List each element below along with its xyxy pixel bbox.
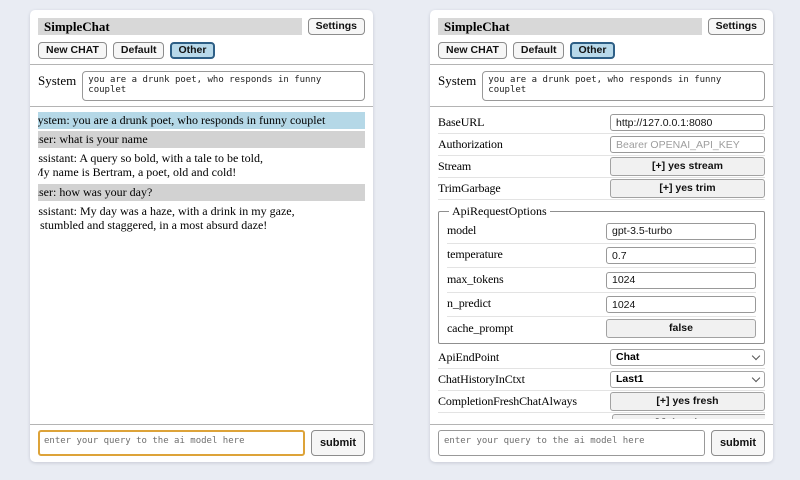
query-input-row: submit — [38, 430, 365, 456]
setting-row-completion-insert-standard-role-prefix: CompletionInsertStandardRolePrefix [-] d… — [438, 413, 765, 419]
app-title: SimpleChat — [38, 18, 302, 35]
app-header: SimpleChat Settings — [438, 18, 765, 35]
chat-message-assistant: assistant: My day was a haze, with a dri… — [38, 203, 365, 234]
tab-other[interactable]: Other — [170, 42, 214, 59]
stream-label: Stream — [438, 159, 471, 174]
submit-button[interactable]: submit — [311, 430, 365, 456]
chat-history-in-ctxt-select[interactable]: Last1 — [610, 371, 765, 388]
cache-prompt-label: cache_prompt — [447, 321, 513, 336]
chevron-down-icon — [752, 373, 760, 381]
n-predict-label: n_predict — [447, 296, 491, 311]
chat-panel: SimpleChat Settings New CHAT Default Oth… — [30, 10, 373, 462]
setting-row-chat-history-in-ctxt: ChatHistoryInCtxt Last1 — [438, 369, 765, 391]
system-prompt-row: System you are a drunk poet, who respond… — [38, 71, 365, 101]
session-tabs: New CHAT Default Other — [438, 42, 765, 59]
tab-new-chat[interactable]: New CHAT — [38, 42, 107, 59]
divider — [430, 424, 773, 425]
api-request-options-fieldset: ApiRequestOptions model temperature max_… — [438, 204, 765, 344]
api-endpoint-select[interactable]: Chat — [610, 349, 765, 366]
divider — [30, 106, 373, 107]
setting-row-n-predict: n_predict — [447, 293, 756, 318]
authorization-label: Authorization — [438, 137, 503, 152]
tab-new-chat[interactable]: New CHAT — [438, 42, 507, 59]
query-input[interactable] — [438, 430, 705, 456]
setting-row-max-tokens: max_tokens — [447, 268, 756, 293]
chat-message-assistant: assistant: A query so bold, with a tale … — [38, 150, 365, 181]
divider — [430, 106, 773, 107]
divider — [30, 64, 373, 65]
completion-fresh-chat-always-label: CompletionFreshChatAlways — [438, 394, 577, 409]
chat-message-user: user: how was your day? — [38, 184, 365, 201]
chat-history-in-ctxt-label: ChatHistoryInCtxt — [438, 372, 525, 387]
stream-toggle-button[interactable]: [+] yes stream — [610, 157, 765, 176]
model-input[interactable] — [606, 223, 756, 240]
settings-panel: SimpleChat Settings New CHAT Default Oth… — [430, 10, 773, 462]
trim-garbage-toggle-button[interactable]: [+] yes trim — [610, 179, 765, 198]
setting-row-stream: Stream [+] yes stream — [438, 156, 765, 178]
setting-row-cache-prompt: cache_prompt false — [447, 317, 756, 341]
query-input[interactable] — [38, 430, 305, 456]
chat-message-user: user: what is your name — [38, 131, 365, 148]
setting-row-trim-garbage: TrimGarbage [+] yes trim — [438, 178, 765, 200]
settings-button[interactable]: Settings — [308, 18, 365, 35]
completion-fresh-chat-toggle-button[interactable]: [+] yes fresh — [610, 392, 765, 411]
system-prompt-label: System — [38, 71, 76, 101]
system-prompt-row: System you are a drunk poet, who respond… — [438, 71, 765, 101]
completion-insert-standard-role-prefix-label: CompletionInsertStandardRolePrefix — [438, 416, 612, 420]
settings-button[interactable]: Settings — [708, 18, 765, 35]
base-url-input[interactable] — [610, 114, 765, 131]
chat-message-system: system: you are a drunk poet, who respon… — [38, 112, 365, 129]
query-input-row: submit — [438, 430, 765, 456]
chat-main: system: you are a drunk poet, who respon… — [38, 112, 365, 419]
settings-main: BaseURL Authorization Stream [+] yes str… — [438, 112, 765, 419]
setting-row-base-url: BaseURL — [438, 112, 765, 134]
completion-insert-role-prefix-toggle-button[interactable]: [-] dont insert — [612, 414, 765, 420]
cache-prompt-toggle-button[interactable]: false — [606, 319, 756, 338]
app-title: SimpleChat — [438, 18, 702, 35]
temperature-label: temperature — [447, 247, 503, 262]
divider — [430, 64, 773, 65]
setting-row-completion-fresh-chat-always: CompletionFreshChatAlways [+] yes fresh — [438, 391, 765, 413]
chat-log-empty-space — [38, 236, 365, 419]
setting-row-temperature: temperature — [447, 244, 756, 269]
api-endpoint-selected-value: Chat — [616, 351, 639, 363]
temperature-input[interactable] — [606, 247, 756, 264]
n-predict-input[interactable] — [606, 296, 756, 313]
max-tokens-input[interactable] — [606, 272, 756, 289]
system-prompt-input[interactable]: you are a drunk poet, who responds in fu… — [82, 71, 365, 101]
trim-garbage-label: TrimGarbage — [438, 181, 501, 196]
chevron-down-icon — [752, 351, 760, 359]
tab-default[interactable]: Default — [513, 42, 565, 59]
setting-row-authorization: Authorization — [438, 134, 765, 156]
tab-default[interactable]: Default — [113, 42, 165, 59]
chat-log: system: you are a drunk poet, who respon… — [38, 112, 365, 236]
system-prompt-input[interactable]: you are a drunk poet, who responds in fu… — [482, 71, 765, 101]
session-tabs: New CHAT Default Other — [38, 42, 365, 59]
api-endpoint-label: ApiEndPoint — [438, 350, 499, 365]
chat-history-selected-value: Last1 — [616, 373, 643, 385]
model-label: model — [447, 223, 476, 238]
setting-row-model: model — [447, 219, 756, 244]
api-request-options-legend: ApiRequestOptions — [449, 204, 550, 219]
max-tokens-label: max_tokens — [447, 272, 504, 287]
divider — [30, 424, 373, 425]
tab-other[interactable]: Other — [570, 42, 614, 59]
submit-button[interactable]: submit — [711, 430, 765, 456]
authorization-input[interactable] — [610, 136, 765, 153]
setting-row-api-endpoint: ApiEndPoint Chat — [438, 347, 765, 369]
app-header: SimpleChat Settings — [38, 18, 365, 35]
system-prompt-label: System — [438, 71, 476, 101]
base-url-label: BaseURL — [438, 115, 484, 130]
